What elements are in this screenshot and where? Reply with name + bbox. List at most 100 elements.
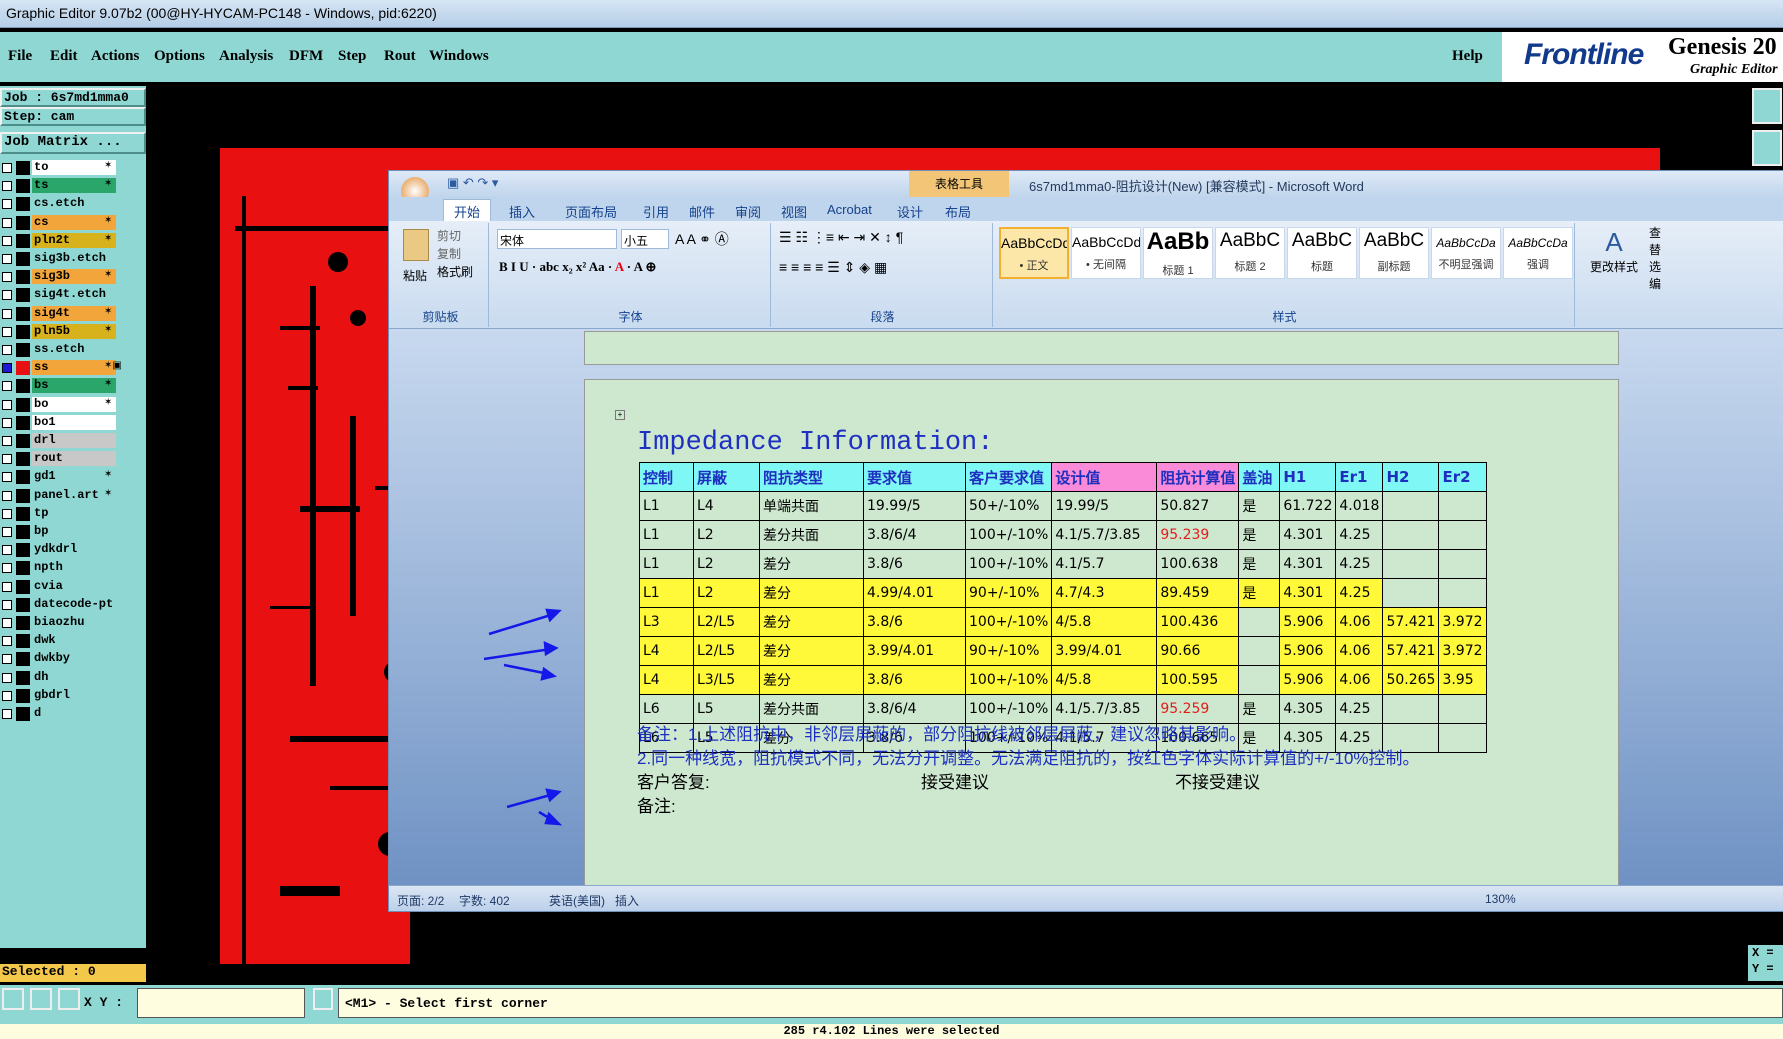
layer-row[interactable]: pln2t ✶ <box>0 232 146 249</box>
layer-affected-box[interactable] <box>16 652 30 667</box>
layer-checkbox[interactable] <box>2 618 12 628</box>
table-cell[interactable] <box>1438 694 1487 724</box>
table-cell[interactable]: 3.99/4.01 <box>1051 636 1158 666</box>
table-cell[interactable]: 3.8/6 <box>863 607 966 637</box>
table-cell[interactable]: 4.06 <box>1335 665 1384 695</box>
table-cell[interactable]: 50.827 <box>1156 491 1240 521</box>
table-cell[interactable]: 单端共面 <box>759 491 864 521</box>
table-row[interactable]: L4 L2/L5 差分 3.99/4.01 90+/-10% 3.99/4.01 90.66… <box>639 636 1487 666</box>
table-cell[interactable]: L1 <box>639 491 694 521</box>
layer-row[interactable]: d <box>0 706 146 722</box>
layer-row[interactable]: cs ✶ <box>0 214 146 231</box>
layer-row[interactable]: bo1 <box>0 414 146 431</box>
layer-affected-box[interactable] <box>16 197 30 212</box>
layer-row[interactable]: npth <box>0 560 146 576</box>
table-cell[interactable]: 4.301 <box>1279 549 1337 579</box>
layer-checkbox[interactable] <box>2 272 12 283</box>
layer-row[interactable]: datecode-pt <box>0 596 146 613</box>
layer-row[interactable]: tp <box>0 505 146 522</box>
table-cell[interactable]: 4/5.8 <box>1051 665 1158 695</box>
table-cell[interactable]: 4.7/4.3 <box>1051 578 1158 608</box>
find-button[interactable]: 查 <box>1649 225 1661 242</box>
table-cell[interactable]: 5.906 <box>1279 665 1337 695</box>
table-cell[interactable]: L4 <box>639 665 694 695</box>
table-cell[interactable] <box>1382 549 1440 579</box>
layer-row[interactable]: biaozhu <box>0 615 146 631</box>
job-matrix-button[interactable]: Job Matrix ... <box>0 132 146 154</box>
layer-affected-box[interactable] <box>16 161 30 175</box>
table-cell[interactable]: 4.301 <box>1279 578 1337 608</box>
table-cell[interactable]: 19.99/5 <box>1051 491 1158 521</box>
impedance-table[interactable]: 控制 屏蔽 阻抗类型 要求值 客户要求值 设计值 阻抗计算值 盖油 H1 Er1… <box>639 462 1487 753</box>
layer-checkbox[interactable] <box>2 399 12 410</box>
layer-checkbox[interactable] <box>2 326 12 337</box>
layer-checkbox[interactable] <box>2 527 12 537</box>
table-cell[interactable] <box>1438 549 1487 579</box>
layer-affected-box[interactable] <box>16 579 30 594</box>
layer-checkbox[interactable] <box>2 181 12 192</box>
table-cell[interactable]: L4 <box>693 491 760 521</box>
table-cell[interactable] <box>1382 578 1440 608</box>
table-cell[interactable] <box>1238 665 1281 695</box>
layer-checkbox[interactable] <box>2 563 12 574</box>
table-row[interactable]: L3 L2/L5 差分 3.8/6 100+/-10% 4/5.8 100.436 5.906… <box>639 607 1487 637</box>
layer-checkbox[interactable] <box>2 581 12 592</box>
layer-row[interactable]: ydkdrl <box>0 542 146 558</box>
menu-file[interactable]: File <box>8 48 32 65</box>
grid-tool-icon[interactable] <box>58 988 80 1010</box>
table-cell[interactable]: 3.8/6/4 <box>863 520 966 550</box>
status-page[interactable]: 页面: 2/2 <box>397 892 444 909</box>
table-cell[interactable]: 95.239 <box>1156 520 1240 550</box>
table-cell[interactable]: L2 <box>693 549 760 579</box>
copy-button[interactable]: 复制 <box>437 245 461 262</box>
table-cell[interactable]: 4.1/5.7/3.85 <box>1051 520 1158 550</box>
layer-checkbox[interactable] <box>2 636 12 647</box>
layer-row[interactable]: ss ✶▣ <box>0 360 146 376</box>
table-cell[interactable]: 3.8/6 <box>863 665 966 695</box>
menu-help[interactable]: Help <box>1452 48 1483 65</box>
table-row[interactable]: L1 L2 差分 4.99/4.01 90+/-10% 4.7/4.3 89.459 是 4.3… <box>639 578 1487 608</box>
layer-row[interactable]: rout <box>0 451 146 467</box>
tab-page-layout[interactable]: 页面布局 <box>565 202 617 221</box>
layer-affected-box[interactable] <box>16 415 30 430</box>
layer-row[interactable]: cs.etch <box>0 196 146 212</box>
layer-checkbox[interactable] <box>2 345 12 355</box>
table-cell[interactable]: 4.25 <box>1335 694 1384 724</box>
layer-affected-box[interactable] <box>16 215 30 230</box>
layer-affected-box[interactable] <box>16 707 30 721</box>
layer-row[interactable]: sig4t ✶ <box>0 305 146 322</box>
table-row[interactable]: L1 L4 单端共面 19.99/5 50+/-10% 19.99/5 50.827 是 61.… <box>639 491 1487 521</box>
font-grow-icons[interactable]: A A ⚭ Ⓐ <box>675 229 729 249</box>
document-area[interactable]: + Impedance Information: 控制 屏蔽 阻抗类型 要求值 … <box>389 329 1783 889</box>
menu-actions[interactable]: Actions <box>91 48 139 65</box>
style-gallery-item[interactable]: AaBbC 标题 2 <box>1215 227 1285 279</box>
table-cell[interactable]: 差分 <box>759 549 864 579</box>
layer-checkbox[interactable] <box>2 199 12 210</box>
tab-references[interactable]: 引用 <box>643 202 669 221</box>
table-cell[interactable] <box>1382 520 1440 550</box>
table-cell[interactable]: 61.722 <box>1279 491 1337 521</box>
table-cell[interactable] <box>1438 578 1487 608</box>
table-row[interactable]: L4 L3/L5 差分 3.8/6 100+/-10% 4/5.8 100.595 5.906… <box>639 665 1487 695</box>
menu-rout[interactable]: Rout <box>384 48 416 65</box>
style-gallery-item[interactable]: AaBbC 标题 <box>1287 227 1357 279</box>
table-cell[interactable]: L1 <box>639 549 694 579</box>
tab-mailings[interactable]: 邮件 <box>689 202 715 221</box>
menu-options[interactable]: Options <box>154 48 205 65</box>
menu-analysis[interactable]: Analysis <box>219 48 273 65</box>
layer-checkbox[interactable] <box>2 308 12 319</box>
tab-insert[interactable]: 插入 <box>509 202 535 221</box>
table-cell[interactable]: 是 <box>1238 491 1281 521</box>
table-cell[interactable] <box>1238 636 1281 666</box>
layer-row[interactable]: bo ✶ <box>0 396 146 413</box>
layer-checkbox[interactable] <box>2 454 12 465</box>
layer-row[interactable]: panel.art ✶ <box>0 487 146 504</box>
layer-affected-box[interactable] <box>16 434 30 448</box>
layer-row[interactable]: ts ✶ <box>0 178 146 194</box>
table-cell[interactable]: L2 <box>693 578 760 608</box>
layer-affected-box[interactable] <box>16 525 30 539</box>
table-cell[interactable]: 5.906 <box>1279 636 1337 666</box>
table-cell[interactable]: 100+/-10% <box>964 520 1053 550</box>
table-cell[interactable] <box>1438 723 1487 753</box>
layer-checkbox[interactable] <box>2 599 12 610</box>
